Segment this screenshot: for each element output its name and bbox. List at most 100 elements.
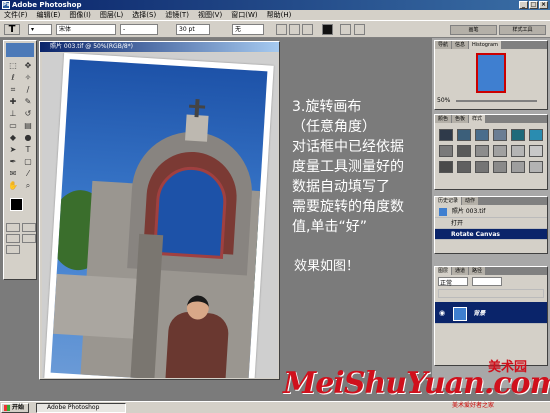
palettes-icon[interactable]	[354, 24, 365, 35]
shape-icon[interactable]: ▢	[21, 156, 35, 167]
tab-navigator[interactable]: 导航	[435, 41, 452, 49]
menu-filter[interactable]: 滤镜(T)	[165, 10, 189, 20]
swatch[interactable]	[457, 145, 471, 157]
swatch[interactable]	[439, 145, 453, 157]
tab-paths[interactable]: 路径	[469, 267, 486, 275]
swatch[interactable]	[493, 129, 507, 141]
orientation-select[interactable]: ▾	[28, 24, 52, 35]
swatch[interactable]	[529, 145, 543, 157]
menu-file[interactable]: 文件(F)	[4, 10, 28, 20]
standard-mode-icon[interactable]	[6, 223, 20, 232]
text-color-swatch[interactable]	[322, 24, 333, 35]
crop-icon[interactable]: ⌗	[6, 84, 20, 95]
align-left-icon[interactable]	[276, 24, 287, 35]
close-button[interactable]: ×	[539, 1, 548, 9]
eyedropper-icon[interactable]: ⁄	[21, 168, 35, 179]
taskbar-item-photoshop[interactable]: Adobe Photoshop	[36, 403, 126, 413]
navigator-thumbnail[interactable]	[476, 53, 506, 93]
photoshop-app-icon: Ps	[2, 1, 10, 9]
document-title-bar: 照片 003.tif @ 50%(RGB/8*)	[40, 42, 279, 52]
swatch[interactable]	[511, 161, 525, 173]
tab-swatches[interactable]: 色板	[452, 115, 469, 123]
move-icon[interactable]: ✥	[21, 60, 35, 71]
type-icon[interactable]: T	[21, 144, 35, 155]
swatch[interactable]	[529, 161, 543, 173]
align-center-icon[interactable]	[289, 24, 300, 35]
layer-row-background[interactable]: ◉ 背景	[435, 302, 547, 324]
hand-icon[interactable]: ✋	[6, 180, 20, 191]
menu-help[interactable]: 帮助(H)	[267, 10, 292, 20]
dodge-icon[interactable]: ●	[21, 132, 35, 143]
swatch[interactable]	[511, 129, 525, 141]
eraser-icon[interactable]: ▭	[6, 120, 20, 131]
file-browser-tab[interactable]: 画笔	[450, 25, 497, 35]
imageready-icon[interactable]	[6, 245, 20, 254]
path-selection-icon[interactable]: ➤	[6, 144, 20, 155]
tab-history[interactable]: 历史记录	[435, 197, 462, 205]
history-brush-icon[interactable]: ↺	[21, 108, 35, 119]
text-tool-icon[interactable]: T	[4, 24, 20, 35]
history-item-rotate[interactable]: Rotate Canvas	[435, 229, 547, 240]
menu-view[interactable]: 视图(V)	[198, 10, 222, 20]
tab-styles[interactable]: 样式	[469, 115, 486, 123]
swatch[interactable]	[475, 129, 489, 141]
full-screen-icon[interactable]	[22, 234, 36, 243]
swatch[interactable]	[475, 161, 489, 173]
swatch[interactable]	[529, 129, 543, 141]
align-right-icon[interactable]	[302, 24, 313, 35]
zoom-icon[interactable]: ⌕	[21, 180, 35, 191]
tab-actions[interactable]: 动作	[462, 197, 479, 205]
warp-text-icon[interactable]	[340, 24, 351, 35]
pen-icon[interactable]: ✒	[6, 156, 20, 167]
tab-layers[interactable]: 图层	[435, 267, 452, 275]
font-style-select[interactable]: -	[120, 24, 158, 35]
opacity-field[interactable]	[472, 277, 502, 286]
eye-icon[interactable]: ◉	[439, 302, 447, 324]
maximize-button[interactable]: □	[529, 1, 538, 9]
menu-layer[interactable]: 图层(L)	[100, 10, 123, 20]
start-button[interactable]: 开始	[1, 403, 29, 413]
zoom-slider[interactable]	[456, 100, 537, 102]
lock-row[interactable]	[438, 289, 544, 298]
brush-icon[interactable]: ✎	[21, 96, 35, 107]
marquee-icon[interactable]: ⬚	[6, 60, 20, 71]
tab-color[interactable]: 颜色	[435, 115, 452, 123]
swatch[interactable]	[457, 161, 471, 173]
options-bar: T ▾ 宋体 - 30 pt 无 画笔 样式工具	[0, 20, 550, 38]
blend-mode-select[interactable]: 正常	[438, 277, 468, 287]
menu-select[interactable]: 选择(S)	[132, 10, 156, 20]
tool-presets-tab[interactable]: 样式工具	[499, 25, 546, 35]
quick-mask-icon[interactable]	[22, 223, 36, 232]
swatch[interactable]	[493, 145, 507, 157]
blur-icon[interactable]: ◆	[6, 132, 20, 143]
menu-image[interactable]: 图像(I)	[69, 10, 91, 20]
clone-stamp-icon[interactable]: ⊥	[6, 108, 20, 119]
swatch[interactable]	[493, 161, 507, 173]
lasso-icon[interactable]: ℓ	[6, 72, 20, 83]
tab-channels[interactable]: 通道	[452, 267, 469, 275]
swatch[interactable]	[475, 145, 489, 157]
menu-edit[interactable]: 编辑(E)	[37, 10, 61, 20]
zoom-value[interactable]: 50%	[437, 97, 450, 105]
screen-mode-icon[interactable]	[6, 234, 20, 243]
canvas[interactable]	[42, 53, 278, 378]
history-snapshot[interactable]: 照片 003.tif	[435, 205, 547, 218]
antialias-select[interactable]: 无	[232, 24, 264, 35]
swatch[interactable]	[439, 129, 453, 141]
healing-brush-icon[interactable]: ✚	[6, 96, 20, 107]
foreground-color-swatch[interactable]	[10, 198, 23, 211]
gradient-icon[interactable]: ▤	[21, 120, 35, 131]
swatch[interactable]	[511, 145, 525, 157]
menu-window[interactable]: 窗口(W)	[231, 10, 257, 20]
swatch[interactable]	[439, 161, 453, 173]
tab-info[interactable]: 信息	[452, 41, 469, 49]
history-item-open[interactable]: 打开	[435, 218, 547, 229]
slice-icon[interactable]: ∕	[21, 84, 35, 95]
tab-histogram[interactable]: Histogram	[469, 41, 501, 49]
notes-icon[interactable]: ✉	[6, 168, 20, 179]
font-size-select[interactable]: 30 pt	[176, 24, 210, 35]
font-family-select[interactable]: 宋体	[56, 24, 116, 35]
minimize-button[interactable]: _	[519, 1, 528, 9]
magic-wand-icon[interactable]: ✧	[21, 72, 35, 83]
swatch[interactable]	[457, 129, 471, 141]
